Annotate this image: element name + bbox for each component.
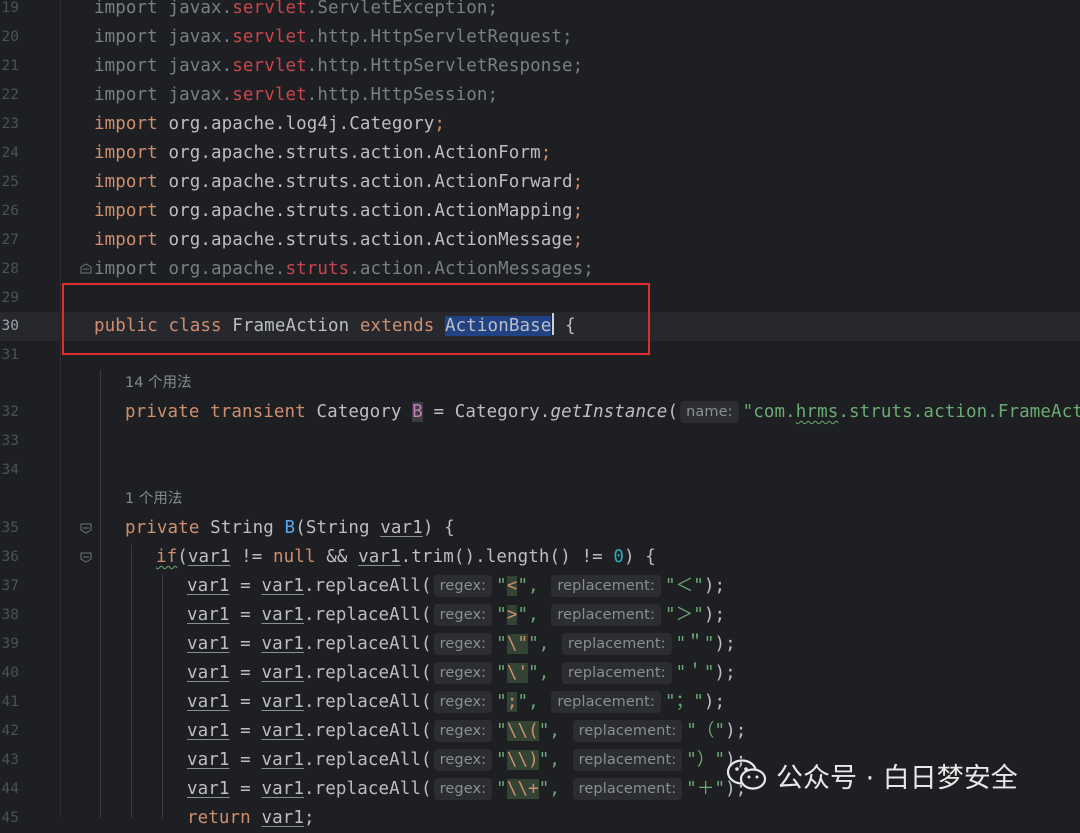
line-number: 29 [1, 290, 19, 306]
code-line[interactable]: 39 var1 = var1.replaceAll(regex: "\"", re… [0, 630, 1080, 659]
line-code: if(var1 != null && var1.trim().length() … [156, 547, 656, 567]
line-number: 35 [1, 520, 19, 536]
code-line[interactable]: 35 private String B(String var1) { [0, 514, 1080, 543]
code-line[interactable]: 38 var1 = var1.replaceAll(regex: ">", rep… [0, 601, 1080, 630]
code-line[interactable]: 21 import javax.servlet.http.HttpServlet… [0, 52, 1080, 81]
code-line[interactable]: 28 import org.apache.struts.action.Actio… [0, 255, 1080, 284]
line-number: 43 [1, 752, 19, 768]
fold-start-icon[interactable] [80, 551, 92, 563]
line-number: 36 [1, 549, 19, 565]
param-hint: regex: [433, 691, 493, 713]
line-number: 26 [1, 203, 19, 219]
line-number: 28 [1, 261, 19, 277]
line-code: private String B(String var1) { [125, 518, 455, 538]
code-line[interactable]: 19 import javax.servlet.ServletException… [0, 0, 1080, 23]
code-line[interactable]: 45 return var1; [0, 804, 1080, 833]
line-code: private transient Category B = Category.… [125, 401, 1080, 423]
param-hint: replacement: [562, 633, 672, 655]
line-code: var1 = var1.replaceAll(regex: "\\(", repl… [187, 720, 747, 742]
line-code: var1 = var1.replaceAll(regex: "\\)", repl… [187, 749, 747, 771]
annotation-box [62, 283, 650, 355]
code-line[interactable]: 32 private transient Category B = Catego… [0, 398, 1080, 427]
code-line[interactable]: 24 import org.apache.struts.action.Actio… [0, 139, 1080, 168]
fold-end-icon[interactable] [80, 263, 92, 275]
code-line[interactable]: 40 var1 = var1.replaceAll(regex: "\'", re… [0, 659, 1080, 688]
code-line[interactable]: 26 import org.apache.struts.action.Actio… [0, 197, 1080, 226]
watermark-text: 公众号 · 白日梦安全 [776, 762, 1018, 794]
line-code: import javax.servlet.ServletException; [94, 0, 499, 18]
param-hint: replacement: [572, 720, 683, 742]
line-number: 34 [1, 462, 19, 478]
line-code: var1 = var1.replaceAll(regex: ";", replac… [187, 691, 726, 713]
code-line[interactable]: 42 var1 = var1.replaceAll(regex: "\\(", r… [0, 717, 1080, 746]
method-usages-hint[interactable]: 1 个用法 [125, 485, 182, 514]
param-hint: replacement: [572, 778, 683, 800]
line-number: 37 [1, 578, 19, 594]
line-number: 33 [1, 433, 19, 449]
line-code: import javax.servlet.http.HttpServletReq… [94, 27, 573, 47]
code-line[interactable]: 22 import javax.servlet.http.HttpSession… [0, 81, 1080, 110]
line-code: var1 = var1.replaceAll(regex: "\"", repla… [187, 633, 736, 655]
code-line[interactable]: 34 [0, 456, 1080, 485]
code-line[interactable]: 37 var1 = var1.replaceAll(regex: "<", rep… [0, 572, 1080, 601]
line-number: 38 [1, 607, 19, 623]
param-hint: replacement: [551, 691, 661, 713]
param-hint: regex: [433, 604, 493, 626]
code-line[interactable]: 25 import org.apache.struts.action.Actio… [0, 168, 1080, 197]
param-hint: regex: [433, 633, 493, 655]
code-line[interactable]: 20 import javax.servlet.http.HttpServlet… [0, 23, 1080, 52]
param-hint: replacement: [572, 749, 683, 771]
param-hint: regex: [433, 662, 493, 684]
line-number: 27 [1, 232, 19, 248]
param-hint: regex: [433, 778, 493, 800]
line-number: 31 [1, 347, 19, 363]
line-code: import org.apache.struts.action.ActionFo… [94, 143, 552, 163]
param-hint: regex: [433, 720, 493, 742]
param-hint: replacement: [562, 662, 672, 684]
line-number: 23 [1, 116, 19, 132]
param-hint: regex: [433, 575, 493, 597]
line-number: 24 [1, 145, 19, 161]
line-code: var1 = var1.replaceAll(regex: "<", replac… [187, 575, 726, 597]
param-hint: name: [680, 401, 739, 423]
line-number: 30 [1, 318, 19, 334]
line-number: 39 [1, 636, 19, 652]
field-usages-hint[interactable]: 14 个用法 [125, 369, 192, 398]
code-line[interactable]: 33 [0, 427, 1080, 456]
line-number: 32 [1, 404, 19, 420]
param-hint: replacement: [551, 575, 661, 597]
param-hint: regex: [433, 749, 493, 771]
code-line[interactable]: 36 if(var1 != null && var1.trim().length… [0, 543, 1080, 572]
code-line[interactable]: 23 import org.apache.log4j.Category; [0, 110, 1080, 139]
line-code: var1 = var1.replaceAll(regex: "\\+", repl… [187, 778, 747, 800]
line-code: var1 = var1.replaceAll(regex: "\'", repla… [187, 662, 736, 684]
line-number: 20 [1, 29, 19, 45]
code-editor[interactable]: 19 import javax.servlet.ServletException… [0, 0, 1080, 828]
line-code: import javax.servlet.http.HttpServletRes… [94, 56, 584, 76]
line-number: 19 [1, 0, 19, 16]
line-number: 25 [1, 174, 19, 190]
code-line[interactable]: 27 import org.apache.struts.action.Actio… [0, 226, 1080, 255]
line-code: import org.apache.log4j.Category; [94, 114, 446, 134]
line-number: 21 [1, 58, 19, 74]
param-hint: replacement: [551, 604, 661, 626]
line-code: import org.apache.struts.action.ActionMa… [94, 201, 584, 221]
line-code: return var1; [187, 808, 315, 828]
line-number: 41 [1, 694, 19, 710]
line-number: 44 [1, 781, 19, 797]
watermark: 公众号 · 白日梦安全 [726, 756, 1056, 794]
line-code: import javax.servlet.http.HttpSession; [94, 85, 499, 105]
line-code: import org.apache.struts.action.ActionMe… [94, 230, 584, 250]
line-code: var1 = var1.replaceAll(regex: ">", replac… [187, 604, 726, 626]
code-line[interactable]: 41 var1 = var1.replaceAll(regex: ";", rep… [0, 688, 1080, 717]
line-code: import org.apache.struts.action.ActionFo… [94, 172, 584, 192]
line-number: 40 [1, 665, 19, 681]
line-number: 45 [1, 810, 19, 826]
wechat-icon [726, 759, 767, 790]
fold-start-icon[interactable] [80, 522, 92, 534]
line-code: import org.apache.struts.action.ActionMe… [94, 259, 594, 279]
line-number: 22 [1, 87, 19, 103]
line-number: 42 [1, 723, 19, 739]
